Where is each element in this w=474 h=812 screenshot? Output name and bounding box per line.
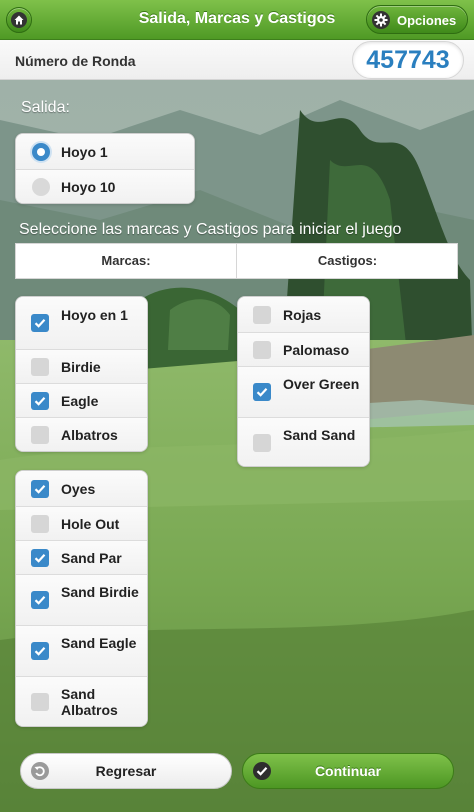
marcas-header: Marcas: (16, 244, 237, 278)
radio-option-hoyo-1[interactable]: Hoyo 1 (16, 134, 194, 169)
continue-button[interactable]: Continuar (242, 753, 454, 789)
radio-unselected-icon[interactable] (32, 178, 50, 196)
castigos-checkbox-group: Rojas Palomaso Over Green Sand Sand (237, 296, 370, 467)
castigos-header: Castigos: (317, 253, 378, 268)
checkbox-unchecked-icon[interactable] (31, 693, 49, 711)
back-arrow-icon (31, 762, 49, 780)
back-button-label: Regresar (95, 763, 157, 779)
back-button[interactable]: Regresar (20, 753, 232, 789)
checkbox-hole-out[interactable]: Hole Out (16, 506, 147, 540)
gear-icon (372, 11, 390, 29)
checkbox-sand-eagle[interactable]: Sand Eagle (16, 625, 147, 676)
instructions-text: Seleccione las marcas y Castigos para in… (19, 221, 402, 238)
options-button[interactable]: Opciones (366, 5, 468, 34)
checkbox-label: Hole Out (61, 516, 120, 532)
salida-radio-group: Hoyo 1 Hoyo 10 (15, 133, 195, 204)
checkbox-hoyo-en-1[interactable]: Hoyo en 1 (16, 297, 147, 349)
checkbox-label: Oyes (61, 481, 96, 497)
checkbox-label: Sand Birdie (61, 584, 139, 600)
checkbox-checked-icon[interactable] (31, 549, 49, 567)
checkbox-label: Birdie (61, 359, 101, 375)
checkbox-birdie[interactable]: Birdie (16, 349, 147, 383)
checkbox-label: Sand Albatros (61, 686, 118, 718)
marcas-checkbox-group: Hoyo en 1 Birdie Eagle Albatros (15, 296, 148, 452)
checkbox-label: Over Green (283, 376, 360, 392)
radio-selected-icon[interactable] (32, 143, 50, 161)
marcas-castigos-table-header: Marcas: Castigos: (15, 243, 458, 279)
checkbox-checked-icon[interactable] (31, 591, 49, 609)
checkbox-sand-albatros[interactable]: Sand Albatros (16, 676, 147, 726)
checkbox-unchecked-icon[interactable] (253, 434, 271, 452)
round-label: Número de Ronda (15, 53, 136, 69)
checkbox-over-green[interactable]: Over Green (238, 366, 369, 417)
checkbox-checked-icon[interactable] (31, 642, 49, 660)
checkbox-label: Sand Eagle (61, 635, 137, 651)
options-label: Opciones (397, 13, 457, 28)
checkbox-rojas[interactable]: Rojas (238, 297, 369, 332)
checkbox-label: Sand Sand (283, 427, 356, 443)
checkbox-sand-birdie[interactable]: Sand Birdie (16, 574, 147, 625)
checkbox-label: Albatros (61, 427, 118, 443)
check-icon (253, 762, 271, 780)
radio-option-label: Hoyo 1 (61, 144, 108, 160)
checkbox-albatros[interactable]: Albatros (16, 417, 147, 451)
checkbox-label: Hoyo en 1 (61, 307, 128, 323)
checkbox-sand-par[interactable]: Sand Par (16, 540, 147, 574)
checkbox-label: Palomaso (283, 342, 350, 358)
checkbox-checked-icon[interactable] (31, 314, 49, 332)
radio-option-label: Hoyo 10 (61, 179, 116, 195)
checkbox-unchecked-icon[interactable] (31, 426, 49, 444)
checkbox-sand-sand[interactable]: Sand Sand (238, 417, 369, 466)
radio-option-hoyo-10[interactable]: Hoyo 10 (16, 169, 194, 203)
checkbox-label: Sand Par (61, 550, 122, 566)
checkbox-unchecked-icon[interactable] (253, 341, 271, 359)
salida-label: Salida: (21, 99, 70, 116)
round-bar: Número de Ronda 457743 (0, 40, 474, 80)
checkbox-oyes[interactable]: Oyes (16, 471, 147, 506)
header-bar: Salida, Marcas y Castigos Opciones (0, 0, 474, 40)
round-number: 457743 (352, 41, 464, 79)
checkbox-unchecked-icon[interactable] (31, 515, 49, 533)
checkbox-label: Rojas (283, 307, 322, 323)
marcas-sand-checkbox-group: Oyes Hole Out Sand Par Sand Birdie Sand … (15, 470, 148, 727)
checkbox-eagle[interactable]: Eagle (16, 383, 147, 417)
checkbox-checked-icon[interactable] (31, 392, 49, 410)
checkbox-unchecked-icon[interactable] (253, 306, 271, 324)
checkbox-checked-icon[interactable] (31, 480, 49, 498)
checkbox-checked-icon[interactable] (253, 383, 271, 401)
checkbox-label: Eagle (61, 393, 99, 409)
continue-button-label: Continuar (314, 763, 382, 779)
checkbox-unchecked-icon[interactable] (31, 358, 49, 376)
checkbox-palomaso[interactable]: Palomaso (238, 332, 369, 366)
